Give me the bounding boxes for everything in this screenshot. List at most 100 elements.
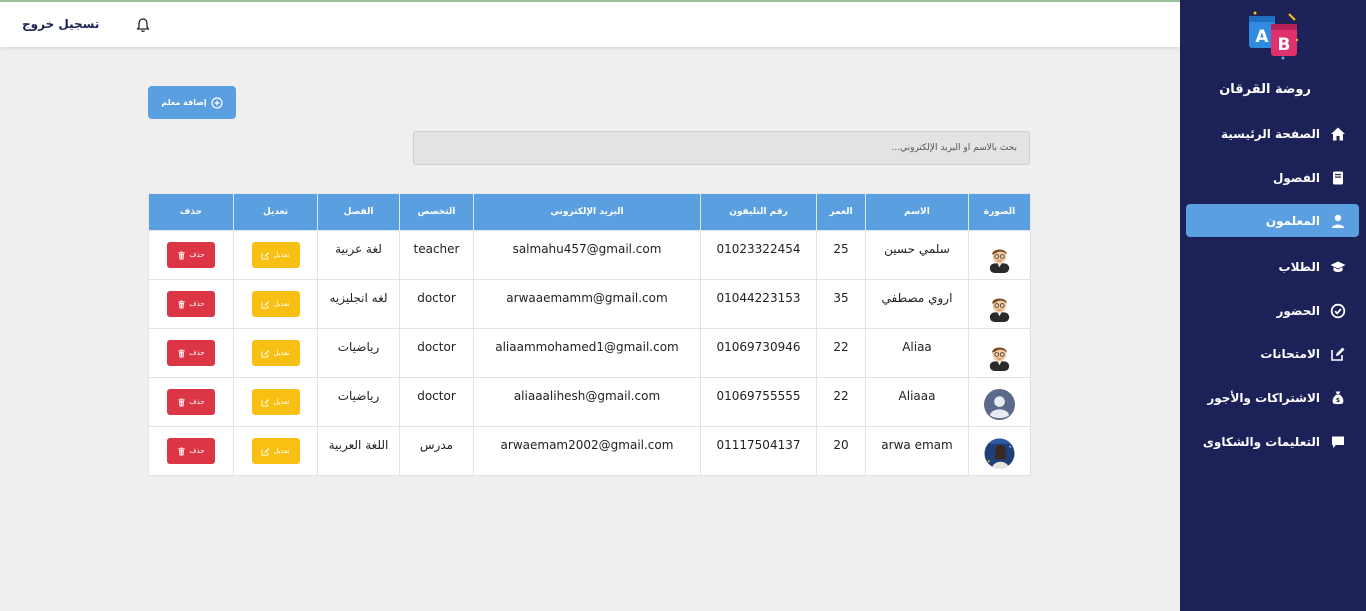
phone-cell: 01069755555 bbox=[700, 377, 817, 427]
table-row: حذف تعديل رياضيات doctor aliaammohamed1@gmai… bbox=[148, 328, 1031, 378]
specialty-cell: doctor bbox=[399, 328, 474, 378]
profile-photo-icon bbox=[984, 438, 1015, 469]
column-header-email: البريد الإلكتروني bbox=[473, 193, 701, 231]
edit-button[interactable]: تعديل bbox=[251, 438, 300, 464]
photo-cell bbox=[968, 426, 1031, 476]
phone-cell: 01044223153 bbox=[700, 279, 817, 329]
table-row: حذف تعديل اللغة العربية مدرس arwaemam2002@gm… bbox=[148, 426, 1031, 476]
sidebar-item-home[interactable]: الصفحة الرئيسية bbox=[1186, 117, 1359, 150]
user-icon bbox=[1332, 214, 1344, 228]
bell-icon[interactable] bbox=[135, 17, 151, 33]
photo-cell bbox=[968, 328, 1031, 378]
sidebar-item-label: الاشتراكات والأجور bbox=[1207, 390, 1320, 405]
delete-label: حذف bbox=[189, 349, 205, 357]
teacher-avatar-icon bbox=[989, 249, 1010, 273]
photo-cell bbox=[968, 377, 1031, 427]
name-cell: Aliaa bbox=[865, 328, 969, 378]
name-cell: اروي مصطفي bbox=[865, 279, 969, 329]
sidebar-item-label: الطلاب bbox=[1278, 259, 1320, 274]
edit-button[interactable]: تعديل bbox=[251, 242, 300, 268]
email-cell: aliaammohamed1@gmail.com bbox=[473, 328, 701, 378]
edit-icon bbox=[1331, 347, 1345, 361]
brand-name: روضة القرقان bbox=[1219, 82, 1311, 97]
sidebar-item-label: التعليمات والشكاوى bbox=[1202, 434, 1320, 449]
sidebar-item-exams[interactable]: الامتحانات bbox=[1186, 337, 1359, 370]
graduation-cap-icon bbox=[1330, 261, 1346, 272]
table-row: حذف تعديل لغة عربية teacher salmahu457@gmail… bbox=[148, 230, 1031, 280]
teachers-table: حذف تعديل الفصل التخصص البريد الإلكتروني… bbox=[148, 193, 1031, 476]
add-teacher-label: إضافة معلم bbox=[161, 98, 207, 107]
trash-icon bbox=[178, 299, 186, 309]
column-header-edit: تعديل bbox=[233, 193, 318, 231]
specialty-cell: teacher bbox=[399, 230, 474, 280]
teacher-avatar-icon bbox=[989, 347, 1010, 371]
edit-button[interactable]: تعديل bbox=[251, 340, 300, 366]
book-icon bbox=[1333, 171, 1343, 184]
trash-icon bbox=[178, 397, 186, 407]
edit-button[interactable]: تعديل bbox=[251, 291, 300, 317]
sidebar-item-subscriptions[interactable]: الاشتراكات والأجور $ bbox=[1186, 381, 1359, 414]
trash-icon bbox=[178, 446, 186, 456]
edit-cell: تعديل bbox=[233, 328, 318, 378]
search-input[interactable] bbox=[413, 131, 1030, 165]
delete-button[interactable]: حذف bbox=[167, 242, 215, 268]
sidebar-item-students[interactable]: الطلاب bbox=[1186, 250, 1359, 283]
delete-button[interactable]: حذف bbox=[167, 438, 215, 464]
delete-cell: حذف bbox=[148, 426, 234, 476]
name-cell: arwa emam bbox=[865, 426, 969, 476]
table-row: حذف تعديل لغه انجليزيه doctor arwaaemamm@gma… bbox=[148, 279, 1031, 329]
class-cell: لغه انجليزيه bbox=[317, 279, 400, 329]
edit-cell: تعديل bbox=[233, 377, 318, 427]
add-teacher-button[interactable]: إضافة معلم bbox=[148, 86, 236, 119]
delete-label: حذف bbox=[189, 447, 205, 455]
age-cell: 35 bbox=[816, 279, 866, 329]
edit-label: تعديل bbox=[273, 349, 290, 357]
default-avatar-icon bbox=[984, 389, 1015, 420]
class-cell: اللغة العربية bbox=[317, 426, 400, 476]
svg-text:A: A bbox=[1255, 27, 1269, 47]
delete-cell: حذف bbox=[148, 377, 234, 427]
age-cell: 20 bbox=[816, 426, 866, 476]
age-cell: 22 bbox=[816, 328, 866, 378]
comment-icon bbox=[1332, 436, 1344, 448]
phone-cell: 01069730946 bbox=[700, 328, 817, 378]
specialty-cell: doctor bbox=[399, 279, 474, 329]
money-bag-icon: $ bbox=[1332, 391, 1344, 404]
column-header-delete: حذف bbox=[148, 193, 234, 231]
edit-button[interactable]: تعديل bbox=[251, 389, 300, 415]
trash-icon bbox=[178, 348, 186, 358]
delete-button[interactable]: حذف bbox=[167, 340, 215, 366]
delete-label: حذف bbox=[189, 398, 205, 406]
teacher-avatar-icon bbox=[989, 298, 1010, 322]
photo-cell bbox=[968, 279, 1031, 329]
class-cell: لغة عربية bbox=[317, 230, 400, 280]
delete-label: حذف bbox=[189, 300, 205, 308]
delete-button[interactable]: حذف bbox=[167, 291, 215, 317]
logout-link[interactable]: تسجيل خروج bbox=[22, 17, 99, 31]
check-circle-icon bbox=[1330, 303, 1346, 318]
sidebar-item-label: المعلمون bbox=[1265, 213, 1320, 228]
phone-cell: 01117504137 bbox=[700, 426, 817, 476]
specialty-cell: مدرس bbox=[399, 426, 474, 476]
sidebar-item-label: الفصول bbox=[1272, 170, 1320, 185]
sidebar-item-teachers[interactable]: المعلمون bbox=[1186, 204, 1359, 237]
sidebar-item-feedback[interactable]: التعليمات والشكاوى bbox=[1186, 425, 1359, 458]
delete-cell: حذف bbox=[148, 279, 234, 329]
pen-icon bbox=[261, 398, 270, 407]
delete-label: حذف bbox=[189, 251, 205, 259]
delete-button[interactable]: حذف bbox=[167, 389, 215, 415]
top-bar: تسجيل خروج bbox=[0, 2, 1180, 47]
class-cell: رياضيات bbox=[317, 328, 400, 378]
age-cell: 25 bbox=[816, 230, 866, 280]
edit-label: تعديل bbox=[273, 251, 290, 259]
age-cell: 22 bbox=[816, 377, 866, 427]
sidebar-item-classes[interactable]: الفصول bbox=[1186, 161, 1359, 194]
edit-label: تعديل bbox=[273, 398, 290, 406]
table-row: حذف تعديل رياضيات doctor aliaaalihesh@gmail.… bbox=[148, 377, 1031, 427]
trash-icon bbox=[178, 250, 186, 260]
name-cell: سلمي حسين bbox=[865, 230, 969, 280]
sidebar-item-attendance[interactable]: الحضور bbox=[1186, 294, 1359, 327]
svg-text:B: B bbox=[1278, 35, 1291, 55]
email-cell: aliaaalihesh@gmail.com bbox=[473, 377, 701, 427]
email-cell: salmahu457@gmail.com bbox=[473, 230, 701, 280]
